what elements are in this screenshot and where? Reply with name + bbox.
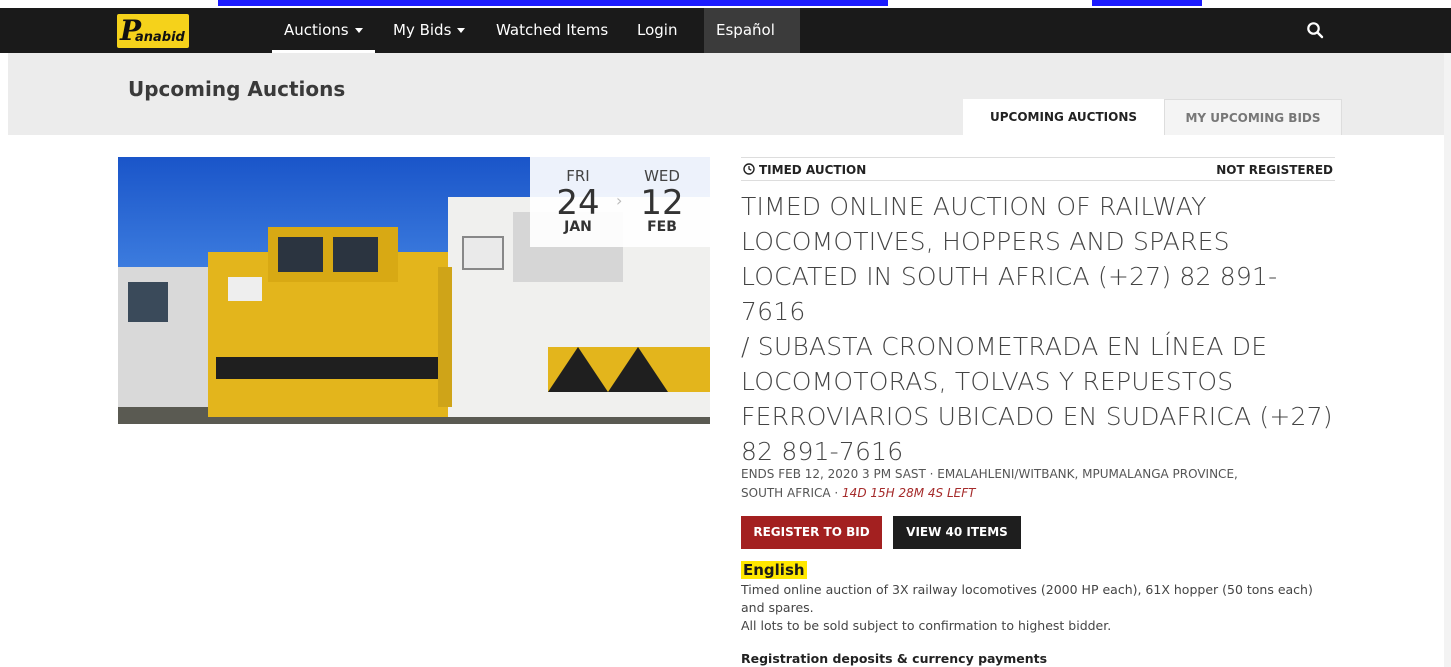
ends-location: SOUTH AFRICA ·: [741, 486, 843, 500]
description-line: All lots to be sold subject to confirmat…: [741, 618, 1112, 633]
end-day: 12: [640, 183, 684, 223]
auction-meta-row: TIMED AUCTION NOT REGISTERED: [741, 157, 1335, 181]
top-navbar: P anabid Auctions My Bids Watched Items …: [0, 8, 1451, 53]
auction-type: TIMED AUCTION: [743, 163, 866, 177]
nav-login-label: Login: [637, 21, 678, 39]
register-to-bid-button[interactable]: REGISTER TO BID: [741, 516, 882, 549]
ends-line-2: SOUTH AFRICA · 14D 15H 28M 4S LEFT: [741, 484, 1335, 503]
nav-my-bids-label: My Bids: [393, 21, 452, 39]
clock-icon: [743, 163, 755, 175]
view-items-button[interactable]: VIEW 40 ITEMS: [893, 516, 1021, 549]
nav-my-bids[interactable]: My Bids: [381, 8, 477, 53]
chevron-right-icon: ›: [616, 191, 623, 210]
banner-text-fragment: [1092, 0, 1202, 6]
search-icon[interactable]: [1306, 21, 1324, 39]
auction-title-line: LOCOMOTIVES, HOPPERS AND SPARES: [741, 227, 1230, 256]
description-line: Timed online auction of 3X railway locom…: [741, 582, 1313, 597]
auction-type-label: TIMED AUCTION: [759, 163, 867, 177]
time-left: 14D 15H 28M 4S LEFT: [842, 486, 976, 500]
registration-status: NOT REGISTERED: [1216, 163, 1333, 177]
auction-title-line: LOCATED IN SOUTH AFRICA (+27) 82 891-761…: [741, 262, 1278, 326]
tab-my-upcoming-bids[interactable]: MY UPCOMING BIDS: [1164, 99, 1342, 135]
auction-title-line: LOCOMOTORAS, TOLVAS Y REPUESTOS: [741, 367, 1234, 396]
nav-watched-items[interactable]: Watched Items: [484, 8, 620, 53]
auction-title[interactable]: TIMED ONLINE AUCTION OF RAILWAY LOCOMOTI…: [741, 189, 1335, 469]
auction-end-details: ENDS FEB 12, 2020 3 PM SAST · EMALAHLENI…: [741, 465, 1335, 503]
tab-upcoming-auctions[interactable]: UPCOMING AUCTIONS: [963, 99, 1164, 135]
description-line: and spares.: [741, 600, 814, 615]
nav-language-label: Español: [716, 21, 775, 39]
auction-description: Timed online auction of 3X railway locom…: [741, 581, 1335, 635]
nav-language-espanol[interactable]: Español: [704, 8, 800, 53]
nav-login[interactable]: Login: [625, 8, 689, 53]
auction-date-range: FRI 24 JAN › WED 12 FEB: [530, 157, 710, 247]
top-banner-strip: [0, 0, 1451, 8]
panabid-logo[interactable]: P anabid: [117, 14, 189, 48]
auction-title-line: 82 891-7616: [741, 437, 904, 466]
auction-title-line: / SUBASTA CRONOMETRADA EN LÍNEA DE: [741, 332, 1268, 361]
auction-title-line: FERROVIARIOS UBICADO EN SUDAFRICA (+27): [741, 402, 1333, 431]
page-edge: [1444, 53, 1451, 667]
start-day: 24: [556, 183, 600, 223]
ends-line-1: ENDS FEB 12, 2020 3 PM SAST · EMALAHLENI…: [741, 467, 1238, 481]
caret-down-icon: [457, 28, 466, 33]
nav-auctions-label: Auctions: [284, 21, 349, 39]
language-heading: English: [741, 561, 807, 579]
caret-down-icon: [354, 28, 363, 33]
nav-auctions[interactable]: Auctions: [272, 8, 375, 53]
banner-text-fragment: [218, 0, 888, 6]
logo-text: anabid: [135, 30, 185, 45]
page-title: Upcoming Auctions: [128, 77, 346, 101]
page-header: Upcoming Auctions UPCOMING AUCTIONS MY U…: [8, 53, 1444, 135]
section-heading: Registration deposits & currency payment…: [741, 651, 1048, 666]
auction-title-line: TIMED ONLINE AUCTION OF RAILWAY: [741, 192, 1207, 221]
start-month: JAN: [564, 219, 592, 235]
nav-watched-items-label: Watched Items: [496, 21, 609, 39]
end-month: FEB: [647, 219, 677, 235]
